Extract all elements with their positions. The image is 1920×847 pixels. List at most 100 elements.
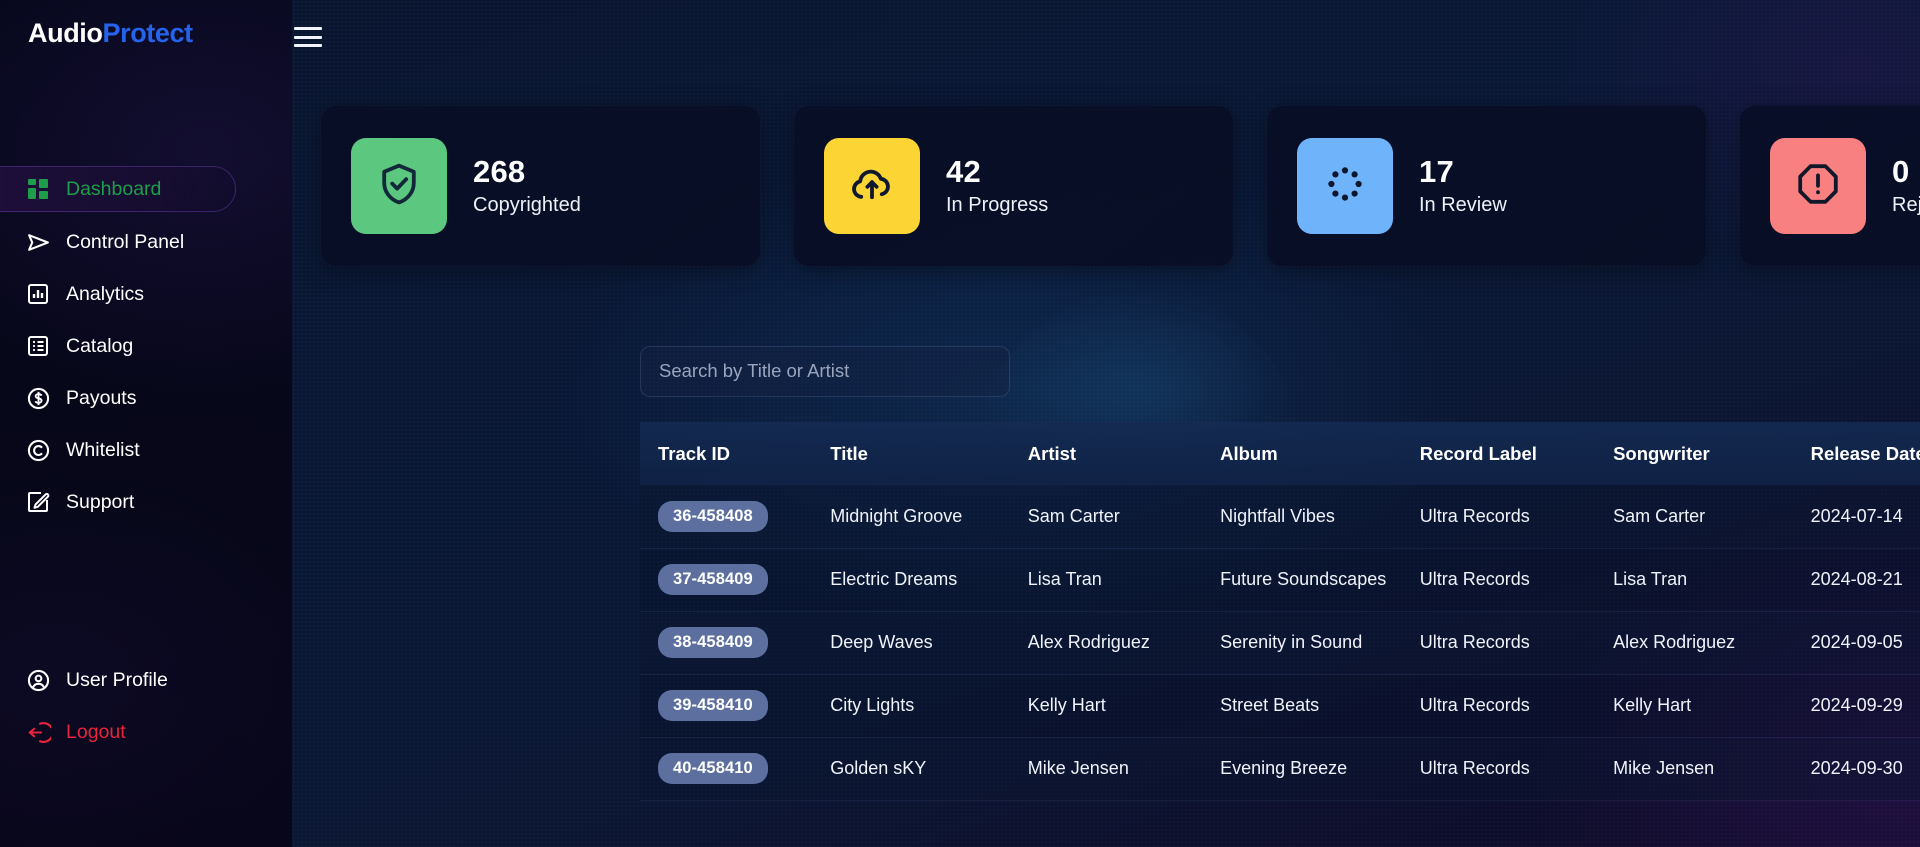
cell-artist: Lisa Tran (1027, 569, 1102, 589)
cell-release-date: 2024-08-21 (1810, 569, 1903, 589)
tracks-table: Track ID Title Artist Album Record Label… (640, 422, 1920, 801)
table-row[interactable]: 40-458410 Golden sKY Mike Jensen Evening… (640, 737, 1920, 800)
sidebar-item-logout[interactable]: Logout (0, 710, 292, 754)
cell-release-date: 2024-07-14 (1810, 505, 1903, 526)
hamburger-bar (294, 44, 322, 47)
copyright-circle-icon (25, 437, 51, 463)
stat-text: 17 In Review (1419, 156, 1507, 216)
sidebar-item-label: User Profile (66, 668, 168, 691)
table-toolbar: Previous Next (640, 345, 1920, 397)
sidebar-item-label: Payouts (66, 386, 137, 409)
stat-card-in-progress[interactable]: 42 In Progress (793, 105, 1234, 267)
table-row[interactable]: 36-458408 Midnight Groove Sam Carter Nig… (640, 485, 1920, 548)
track-id-badge: 39-458410 (658, 690, 768, 721)
cell-artist: Kelly Hart (1027, 695, 1106, 715)
cell-songwriter: Sam Carter (1613, 505, 1706, 526)
sidebar-item-whitelist[interactable]: Whitelist (0, 428, 292, 472)
sidebar-item-label: Analytics (66, 282, 145, 305)
track-id-badge: 40-458410 (658, 753, 768, 784)
brand-logo[interactable]: AudioProtect (28, 18, 193, 49)
brand-part-one: Audio (28, 18, 103, 48)
brand-part-two: Protect (102, 18, 193, 48)
stat-text: 42 In Progress (946, 156, 1048, 216)
cell-title: Electric Dreams (830, 569, 958, 589)
column-header-songwriter[interactable]: Songwriter (1613, 422, 1811, 485)
column-header-track-id[interactable]: Track ID (640, 422, 830, 485)
app-root: AudioProtect Dashboard Control Panel Ana (0, 0, 1920, 847)
stat-card-in-review[interactable]: 17 In Review (1266, 105, 1707, 267)
sidebar-item-payouts[interactable]: Payouts (0, 376, 292, 420)
stat-value: 17 (1419, 154, 1454, 190)
sidebar-item-catalog[interactable]: Catalog (0, 324, 292, 368)
sidebar: AudioProtect Dashboard Control Panel Ana (0, 0, 292, 847)
table-body: 36-458408 Midnight Groove Sam Carter Nig… (640, 485, 1920, 800)
table-row[interactable]: 38-458409 Deep Waves Alex Rodriguez Sere… (640, 611, 1920, 674)
cloud-upload-icon (848, 160, 896, 213)
column-header-album[interactable]: Album (1220, 422, 1420, 485)
sidebar-item-dashboard[interactable]: Dashboard (0, 166, 236, 212)
stat-icon-wrapper (824, 138, 920, 234)
cell-songwriter: Lisa Tran (1613, 569, 1688, 589)
sidebar-item-label: Whitelist (66, 438, 140, 461)
list-catalog-icon (25, 333, 51, 359)
sidebar-item-support[interactable]: Support (0, 480, 292, 524)
cell-album: Serenity in Sound (1220, 632, 1363, 652)
loading-spinner-icon (1321, 160, 1369, 213)
user-circle-icon (25, 667, 51, 693)
cell-record-label: Ultra Records (1419, 632, 1530, 652)
logout-arrow-icon (25, 719, 51, 745)
sidebar-item-user-profile[interactable]: User Profile (0, 658, 292, 702)
sidebar-item-label: Support (66, 490, 135, 513)
table-row[interactable]: 39-458410 City Lights Kelly Hart Street … (640, 674, 1920, 737)
bar-chart-icon (25, 281, 51, 307)
sidebar-nav-bottom: User Profile Logout (0, 650, 292, 762)
table-row[interactable]: 37-458409 Electric Dreams Lisa Tran Futu… (640, 548, 1920, 611)
cell-record-label: Ultra Records (1419, 569, 1530, 589)
sidebar-item-control-panel[interactable]: Control Panel (0, 220, 292, 264)
cell-release-date: 2024-09-05 (1810, 632, 1903, 652)
cell-title: Deep Waves (830, 632, 933, 652)
stat-text: 268 Copyrighted (473, 156, 581, 216)
column-header-record-label[interactable]: Record Label (1420, 422, 1613, 485)
search-input[interactable] (640, 345, 1010, 397)
stat-card-rejected[interactable]: 0 Rejected (1739, 105, 1920, 267)
grid-dashboard-icon (25, 176, 51, 202)
stat-card-copyrighted[interactable]: 268 Copyrighted (320, 105, 761, 267)
stat-value: 0 (1892, 154, 1910, 190)
stat-value: 268 (473, 154, 526, 190)
sidebar-item-label: Control Panel (66, 230, 185, 253)
stat-label: In Progress (946, 193, 1049, 216)
cell-album: Nightfall Vibes (1220, 505, 1335, 526)
shield-check-icon (375, 160, 423, 213)
cell-record-label: Ultra Records (1419, 505, 1530, 526)
stat-label: Copyrighted (473, 193, 581, 216)
sidebar-item-analytics[interactable]: Analytics (0, 272, 292, 316)
column-header-title[interactable]: Title (830, 422, 1028, 485)
dollar-circle-icon (25, 385, 51, 411)
sidebar-nav-main: Dashboard Control Panel Analytics Catalo… (0, 158, 292, 532)
sidebar-item-label: Dashboard (66, 177, 162, 200)
sidebar-item-label: Catalog (66, 334, 134, 357)
column-header-artist[interactable]: Artist (1028, 422, 1220, 485)
column-header-release-date[interactable]: Release Date (1811, 422, 1920, 485)
stat-icon-wrapper (1297, 138, 1393, 234)
track-id-badge: 36-458408 (658, 500, 768, 532)
cell-artist: Mike Jensen (1027, 758, 1129, 778)
stat-text: 0 Rejected (1892, 156, 1920, 216)
track-id-badge: 37-458409 (658, 564, 768, 595)
cell-album: Future Soundscapes (1220, 569, 1387, 589)
table-header-row: Track ID Title Artist Album Record Label… (640, 422, 1920, 485)
cell-songwriter: Mike Jensen (1613, 758, 1715, 778)
main-content: 268 Copyrighted 42 In Progress 17 In Rev… (292, 0, 1920, 847)
stat-icon-wrapper (351, 138, 447, 234)
cell-release-date: 2024-09-29 (1810, 695, 1903, 715)
tracks-table-wrapper: Track ID Title Artist Album Record Label… (640, 422, 1920, 847)
cell-artist: Sam Carter (1027, 505, 1120, 526)
send-paper-plane-icon (25, 229, 51, 255)
stat-label: In Review (1419, 193, 1507, 216)
cell-track-id: 39-458410 (640, 674, 830, 737)
table-head: Track ID Title Artist Album Record Label… (640, 422, 1920, 485)
stat-label: Rejected (1892, 193, 1920, 216)
hamburger-menu-icon[interactable] (294, 24, 326, 50)
cell-record-label: Ultra Records (1419, 695, 1530, 715)
